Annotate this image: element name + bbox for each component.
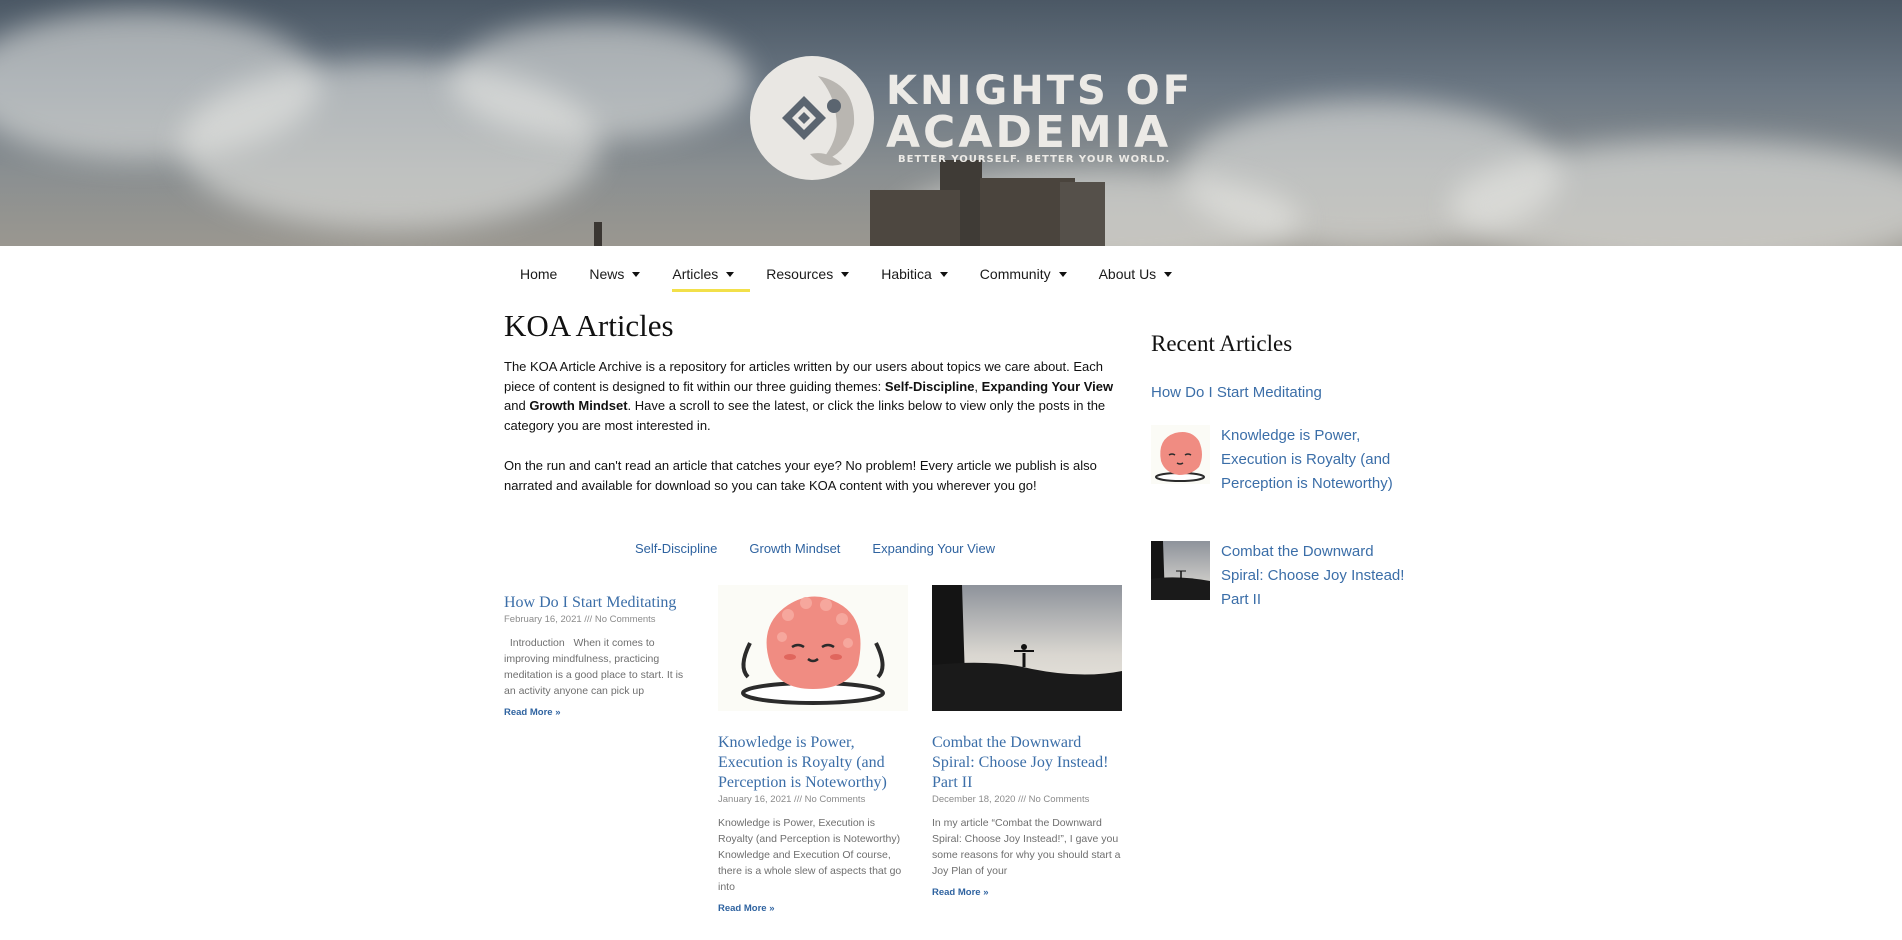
nav-item-articles[interactable]: Articles xyxy=(656,258,751,292)
caret-down-icon xyxy=(632,271,641,277)
site-logo[interactable]: KNIGHTS OF ACADEMIA BETTER YOURSELF. BET… xyxy=(748,54,1190,184)
nav-label: News xyxy=(589,266,625,282)
category-expanding-your-view[interactable]: Expanding Your View xyxy=(872,541,995,556)
category-self-discipline[interactable]: Self-Discipline xyxy=(635,541,717,556)
post-card: Knowledge is Power, Execution is Royalty… xyxy=(718,585,908,916)
meditating-brain-icon[interactable] xyxy=(718,585,908,711)
nav-label: About Us xyxy=(1098,266,1157,282)
sidebar-title: Recent Articles xyxy=(1151,331,1293,356)
post-meta: February 16, 2021 /// No Comments xyxy=(504,614,656,625)
nav-item-news[interactable]: News xyxy=(573,258,656,292)
knight-helmet-icon xyxy=(750,56,874,180)
narration-paragraph: On the run and can't read an article tha… xyxy=(504,458,1097,493)
post-title[interactable]: Knowledge is Power, Execution is Royalty… xyxy=(718,733,908,793)
nav-item-about-us[interactable]: About Us xyxy=(1083,258,1189,292)
nav-item-home[interactable]: Home xyxy=(504,258,573,292)
recent-article-item: How Do I Start Meditating xyxy=(1151,381,1411,405)
post-title[interactable]: How Do I Start Meditating xyxy=(504,593,694,613)
recent-article-link[interactable]: Combat the Downward Spiral: Choose Joy I… xyxy=(1221,540,1411,612)
logo-wordmark: KNIGHTS OF ACADEMIA xyxy=(886,68,1194,158)
caret-down-icon xyxy=(726,271,735,277)
read-more-link[interactable]: Read More » xyxy=(504,707,561,718)
caret-down-icon xyxy=(1058,271,1067,277)
logo-line-2: ACADEMIA xyxy=(886,107,1172,158)
read-more-link[interactable]: Read More » xyxy=(718,903,775,914)
category-filter: Self-Discipline Growth Mindset Expanding… xyxy=(635,541,995,556)
post-card: How Do I Start Meditating February 16, 2… xyxy=(504,593,694,720)
intro-separator: and xyxy=(504,398,530,413)
nav-item-resources[interactable]: Resources xyxy=(750,258,865,292)
nav-item-community[interactable]: Community xyxy=(964,258,1083,292)
logo-tagline: BETTER YOURSELF. BETTER YOUR WORLD. xyxy=(898,154,1171,165)
recent-article-link[interactable]: Knowledge is Power, Execution is Royalty… xyxy=(1221,424,1411,496)
silhouette-sunset-image[interactable] xyxy=(1151,541,1210,600)
silhouette-sunset-image[interactable] xyxy=(932,585,1122,711)
meditating-brain-icon[interactable] xyxy=(1151,425,1210,484)
main-nav: Home News Articles Resources Habitica Co… xyxy=(504,258,1189,292)
caret-down-icon xyxy=(939,271,948,277)
post-excerpt: Knowledge is Power, Execution is Royalty… xyxy=(718,817,902,893)
intro-separator: , xyxy=(974,378,982,394)
post-title[interactable]: Combat the Downward Spiral: Choose Joy I… xyxy=(932,733,1122,793)
caret-down-icon xyxy=(1164,271,1173,277)
theme-growth-mindset: Growth Mindset xyxy=(529,398,628,413)
recent-article-item: Combat the Downward Spiral: Choose Joy I… xyxy=(1151,540,1411,612)
read-more-link[interactable]: Read More » xyxy=(932,887,989,898)
logo-line-1: KNIGHTS OF xyxy=(886,68,1194,114)
post-excerpt: In my article “Combat the Downward Spira… xyxy=(932,817,1121,877)
nav-label: Articles xyxy=(672,266,719,282)
theme-expanding-your-view: Expanding Your View xyxy=(981,378,1114,394)
intro-paragraph: The KOA Article Archive is a repository … xyxy=(504,357,1122,435)
recent-article-link[interactable]: How Do I Start Meditating xyxy=(1151,381,1322,405)
caret-down-icon xyxy=(841,271,850,277)
page-title: KOA Articles xyxy=(504,308,674,343)
recent-article-item: Knowledge is Power, Execution is Royalty… xyxy=(1151,424,1411,496)
nav-label: Habitica xyxy=(881,266,932,282)
nav-label: Resources xyxy=(766,266,834,282)
nav-label: Community xyxy=(979,266,1051,282)
nav-label: Home xyxy=(520,266,558,282)
nav-item-habitica[interactable]: Habitica xyxy=(865,258,964,292)
post-meta: December 18, 2020 /// No Comments xyxy=(932,794,1090,805)
category-growth-mindset[interactable]: Growth Mindset xyxy=(749,541,840,556)
theme-self-discipline: Self-Discipline xyxy=(884,378,975,394)
post-meta: January 16, 2021 /// No Comments xyxy=(718,794,866,805)
post-excerpt: Introduction When it comes to improving … xyxy=(504,637,687,697)
hero-banner: KNIGHTS OF ACADEMIA BETTER YOURSELF. BET… xyxy=(0,0,1902,246)
post-card: Combat the Downward Spiral: Choose Joy I… xyxy=(932,585,1122,900)
